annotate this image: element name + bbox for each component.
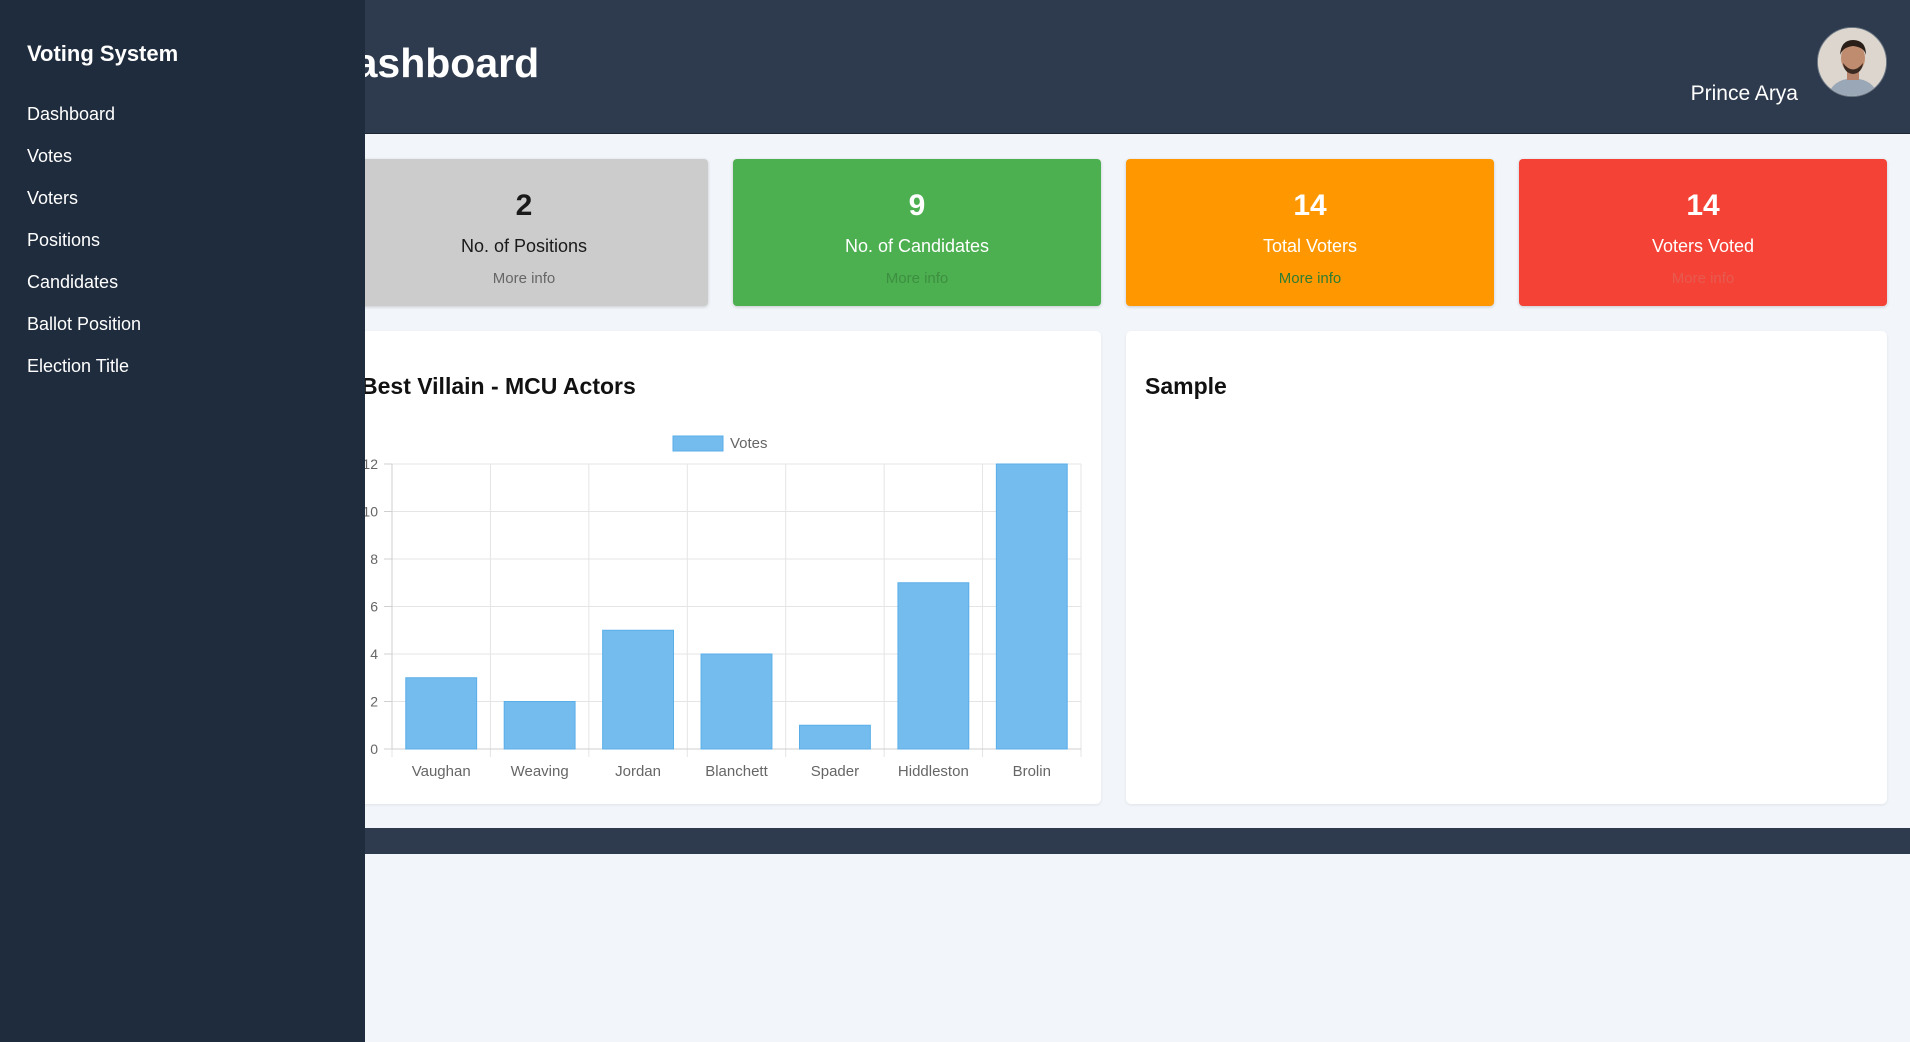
sidebar-nav: Dashboard Votes Voters Positions Candida…: [27, 104, 141, 398]
candidates-label: No. of Candidates: [844, 236, 990, 256]
sample-panel: Sample: [1126, 331, 1887, 804]
voters-voted-label: Voters Voted: [1651, 236, 1755, 256]
avatar-image: [1818, 28, 1886, 96]
legend-label: Votes: [730, 435, 768, 452]
bar-chart: 024681012Vaughan Weaving Jordan Blanchett Sp…: [362, 435, 1082, 780]
candidates-count: 9: [908, 189, 926, 222]
positions-label: No. of Positions: [460, 236, 588, 256]
positions-card: 2 No. of Positions More info: [340, 159, 708, 306]
sample-panel-title: Sample: [1145, 373, 1227, 399]
y-tick-label: 0: [370, 741, 378, 757]
sidebar-item-voters[interactable]: Voters: [27, 188, 141, 230]
sidebar-brand: Voting System: [27, 41, 179, 66]
x-tick-label: Weaving: [511, 763, 569, 780]
user-avatar[interactable]: [1817, 27, 1887, 97]
bar: [798, 724, 871, 750]
bar: [897, 582, 970, 750]
legend-swatch: [672, 435, 724, 452]
bar: [995, 463, 1068, 750]
x-tick-label: Vaughan: [412, 763, 471, 780]
bar: [405, 677, 478, 750]
voters-voted-card: 14 Voters Voted More info: [1519, 159, 1887, 306]
x-tick-label: Jordan: [615, 763, 661, 780]
positions-count: 2: [515, 189, 533, 222]
x-tick-label: Hiddleston: [898, 763, 969, 780]
total-voters-more-info-link[interactable]: More info: [1126, 270, 1494, 287]
total-voters-count: 14: [1293, 189, 1327, 222]
x-tick-label: Spader: [811, 763, 859, 780]
candidates-more-info-link[interactable]: More info: [733, 270, 1101, 287]
sidebar-item-positions[interactable]: Positions: [27, 230, 141, 272]
sidebar-item-ballot-position[interactable]: Ballot Position: [27, 314, 141, 356]
sidebar: Voting System Dashboard Votes Voters Pos…: [0, 0, 365, 1042]
sidebar-item-candidates[interactable]: Candidates: [27, 272, 141, 314]
sidebar-item-election-title[interactable]: Election Title: [27, 356, 141, 398]
total-voters-label: Total Voters: [1262, 236, 1358, 256]
sidebar-item-dashboard[interactable]: Dashboard: [27, 104, 141, 146]
y-tick-label: 8: [370, 551, 378, 567]
positions-more-info-link[interactable]: More info: [340, 270, 708, 287]
bar: [503, 701, 576, 750]
bar: [700, 653, 773, 750]
y-tick-label: 4: [370, 646, 378, 662]
user-name[interactable]: Prince Arya: [1691, 82, 1798, 106]
voters-voted-more-info-link[interactable]: More info: [1519, 270, 1887, 287]
y-tick-label: 2: [370, 694, 378, 710]
voters-voted-count: 14: [1686, 189, 1720, 222]
sidebar-item-votes[interactable]: Votes: [27, 146, 141, 188]
total-voters-card: 14 Total Voters More info: [1126, 159, 1494, 306]
x-tick-label: Brolin: [1013, 763, 1051, 780]
y-tick-label: 6: [370, 599, 378, 615]
bar: [602, 629, 675, 750]
chart-panel: Best Villain - MCU Actors 0 2 4 6 8 10 12 Vaugh…: [340, 331, 1101, 804]
x-tick-label: Blanchett: [705, 763, 768, 780]
candidates-card: 9 No. of Candidates More info: [733, 159, 1101, 306]
